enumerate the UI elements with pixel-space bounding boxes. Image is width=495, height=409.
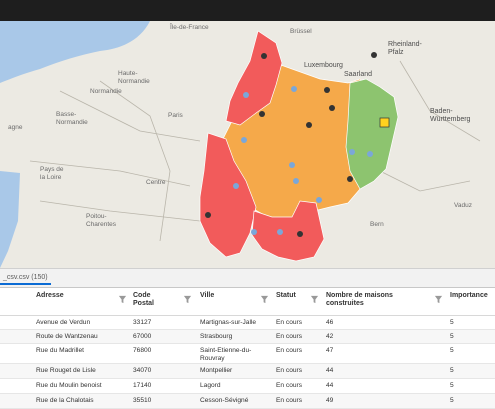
top-bar — [0, 0, 495, 21]
table-cell: 49 — [326, 397, 334, 404]
table-cell: 35510 — [133, 397, 152, 404]
table-cell: 5 — [450, 397, 454, 404]
table-cell: Montpellier — [200, 367, 233, 374]
table-row[interactable]: Avenue de Verdun 33127 Martignas-sur-Jalle… — [0, 316, 495, 330]
label-centre: Centre — [146, 179, 166, 186]
map-view[interactable]: Île-de-France Haute-Normandie Normandie … — [0, 21, 495, 268]
table-cell: En cours — [276, 367, 303, 374]
label-bretagne: agne — [8, 124, 23, 131]
column-header-code-postal[interactable]: Code Postal — [133, 292, 154, 308]
label-luxembourg: Luxembourg — [304, 62, 343, 69]
tab-csv[interactable]: _csv.csv (150) — [0, 272, 51, 285]
label-bern: Bern — [370, 221, 384, 228]
column-header-statut[interactable]: Statut — [276, 292, 296, 300]
header-nombre-text: Nombre de maisons construites — [326, 292, 393, 307]
table-cell: Rue Rouget de Lisle — [36, 367, 96, 374]
label-brussel: Brüssel — [290, 28, 312, 35]
table-cell: 5 — [450, 333, 454, 340]
filter-icon[interactable] — [310, 295, 319, 304]
label-normandie: Normandie — [90, 88, 122, 95]
table-row[interactable]: Rue Rouget de Lisle 34070 Montpellier En co… — [0, 364, 495, 379]
atlantic-sea — [0, 171, 20, 268]
table-cell: Rue du Madrillet — [36, 347, 85, 354]
filter-icon[interactable] — [118, 295, 127, 304]
tab-strip: _csv.csv (150) — [0, 268, 495, 288]
table-cell: Strasbourg — [200, 333, 233, 340]
filter-icon[interactable] — [260, 295, 269, 304]
table-cell: En cours — [276, 319, 303, 326]
filter-icon[interactable] — [434, 295, 443, 304]
table-cell: Avenue de Verdun — [36, 319, 91, 326]
table-cell: 44 — [326, 382, 334, 389]
label-baden-wurttemberg: Baden-Württemberg — [430, 108, 471, 123]
table-cell: En cours — [276, 382, 303, 389]
table-header: Adresse Code Postal Ville Statut Nombre … — [0, 288, 495, 316]
table-row[interactable]: Route de Wantzenau 67000 Strasbourg En cour… — [0, 330, 495, 344]
table-cell: 34070 — [133, 367, 152, 374]
label-pays-de-la-loire: Pays de la Loire — [40, 166, 64, 181]
table-cell: 67000 — [133, 333, 152, 340]
filter-icon[interactable] — [183, 295, 192, 304]
table-cell: En cours — [276, 347, 303, 354]
table-row[interactable]: Rue du Madrillet 76800 Saint-Etienne-du-Ro… — [0, 344, 495, 364]
column-header-importance[interactable]: Importance — [450, 292, 488, 300]
label-vaduz: Vaduz — [454, 202, 472, 209]
region-green[interactable] — [345, 78, 399, 190]
map-canvas[interactable]: Île-de-France Haute-Normandie Normandie … — [0, 21, 495, 268]
table-row[interactable]: Rue du Moulin benoist 17140 Lagord En cours… — [0, 379, 495, 394]
table-cell: Cesson-Sévigné — [200, 397, 249, 404]
header-code-postal-text: Code Postal — [133, 292, 155, 307]
column-header-nombre[interactable]: Nombre de maisons construites — [326, 292, 393, 308]
label-haute-normandie: Haute-Normandie — [118, 70, 150, 85]
table-cell: 76800 — [133, 347, 152, 354]
table-cell: 5 — [450, 382, 454, 389]
label-paris: Paris — [168, 112, 184, 119]
label-poitou-charentes: Poitou-Charentes — [86, 213, 117, 228]
table-cell: En cours — [276, 333, 303, 340]
table-cell: Route de Wantzenau — [36, 333, 98, 340]
table-cell: 17140 — [133, 382, 152, 389]
label-ile-de-france: Île-de-France — [169, 22, 209, 31]
table-cell: 47 — [326, 347, 334, 354]
table-cell: 5 — [450, 367, 454, 374]
column-header-ville[interactable]: Ville — [200, 292, 214, 300]
label-basse-normandie: Basse-Normandie — [56, 111, 88, 126]
table-cell: Lagord — [200, 382, 221, 389]
table-cell: Martignas-sur-Jalle — [200, 319, 257, 326]
label-rheinland-pfalz: Rheinland-Pfalz — [388, 41, 423, 56]
table-cell: 46 — [326, 319, 334, 326]
data-grid: Adresse Code Postal Ville Statut Nombre … — [0, 288, 495, 409]
label-saarland: Saarland — [344, 71, 372, 78]
selected-marker[interactable] — [379, 117, 390, 128]
table-cell: 33127 — [133, 319, 152, 326]
table-cell: 42 — [326, 333, 334, 340]
table-cell: 5 — [450, 347, 454, 354]
table-row[interactable]: Rue de la Chalotais 35510 Cesson-Sévigné En… — [0, 394, 495, 409]
column-header-adresse[interactable]: Adresse — [36, 292, 64, 300]
table-cell: Rue de la Chalotais — [36, 397, 94, 404]
table-cell: 44 — [326, 367, 334, 374]
table-cell: Saint-Etienne-du-Rouvray — [200, 347, 252, 362]
table-cell: 5 — [450, 319, 454, 326]
table-cell: Rue du Moulin benoist — [36, 382, 102, 389]
table-cell: En cours — [276, 397, 303, 404]
